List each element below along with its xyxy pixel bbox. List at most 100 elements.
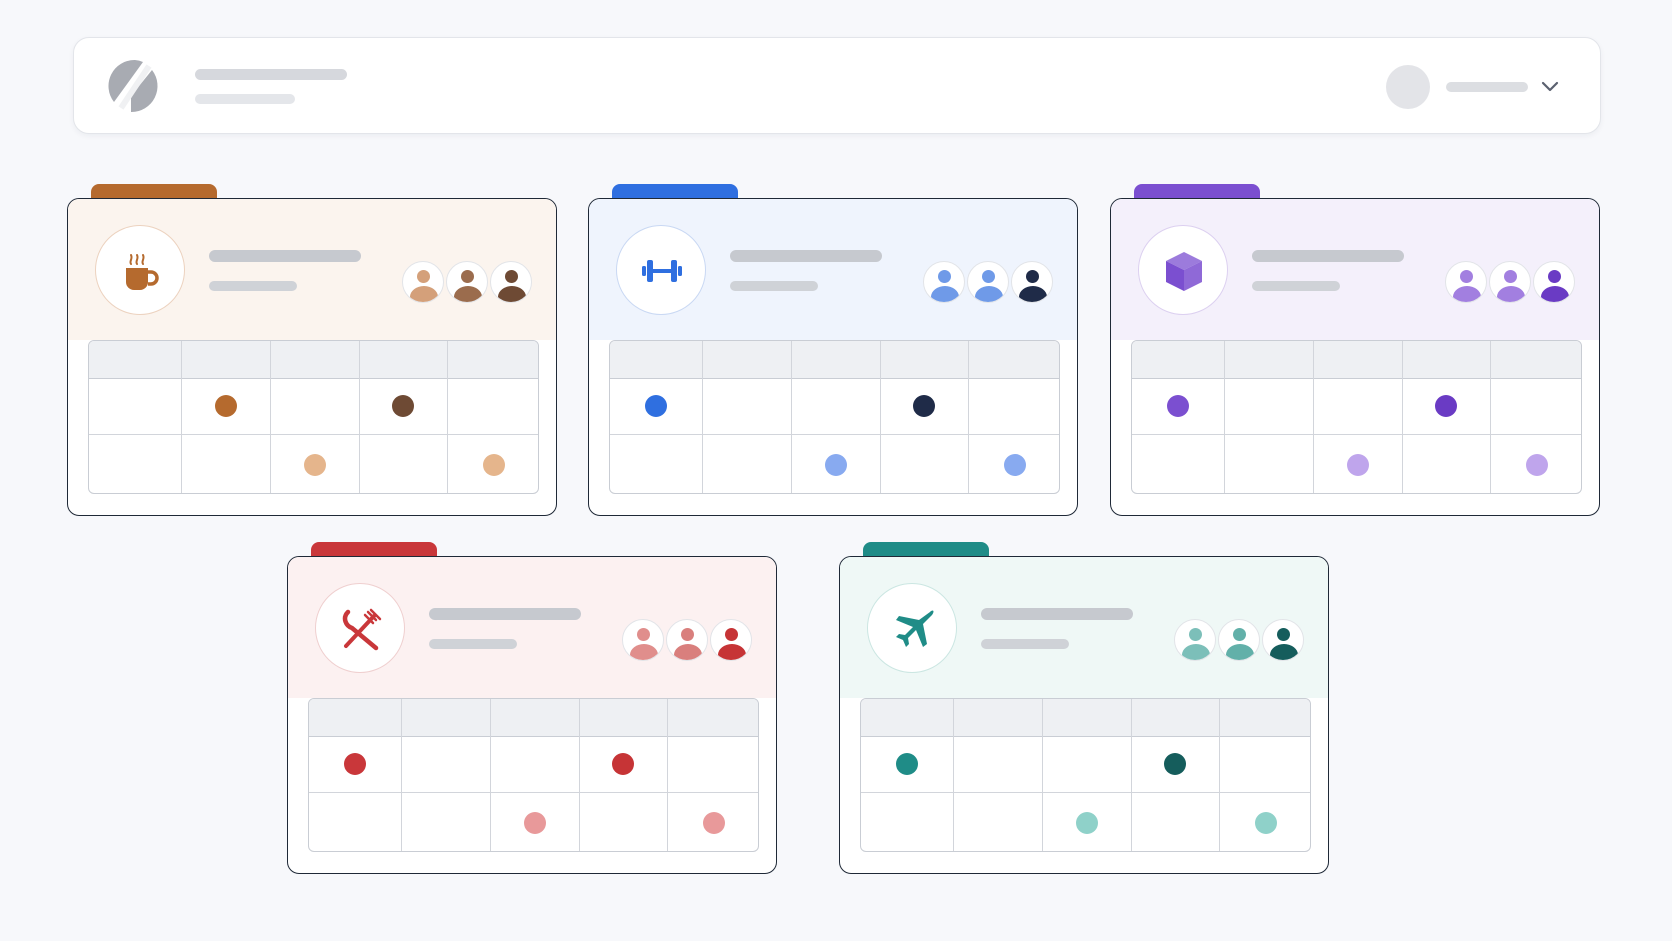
availability-dot[interactable] <box>1254 811 1277 834</box>
availability-dot[interactable] <box>1435 395 1457 417</box>
schedule-grid <box>308 698 759 852</box>
group-card-dining[interactable] <box>287 556 777 874</box>
member-avatar-icon[interactable] <box>446 261 488 303</box>
member-avatar-icon[interactable] <box>666 619 708 661</box>
member-avatars <box>923 261 1057 305</box>
group-name-placeholder <box>730 250 882 262</box>
group-name-placeholder <box>429 608 581 620</box>
availability-dot[interactable] <box>1164 753 1186 775</box>
member-avatar-icon[interactable] <box>1218 619 1260 661</box>
availability-dot[interactable] <box>392 395 414 417</box>
dumbbell-icon <box>642 260 682 282</box>
member-avatar-icon[interactable] <box>490 261 532 303</box>
group-card-travel[interactable] <box>839 556 1329 874</box>
availability-dot[interactable] <box>1003 453 1026 476</box>
grid-column-divider <box>968 341 970 493</box>
group-card-gaming[interactable] <box>1110 198 1600 516</box>
group-meta-placeholder <box>981 639 1069 649</box>
group-icon-badge <box>616 225 706 315</box>
member-avatar-icon[interactable] <box>1011 261 1053 303</box>
group-card-fitness[interactable] <box>588 198 1078 516</box>
airplane-icon <box>896 610 934 647</box>
member-avatar-icon[interactable] <box>402 261 444 303</box>
group-name-placeholder <box>209 250 361 262</box>
grid-header-row <box>861 699 1310 737</box>
schedule-grid <box>88 340 539 494</box>
grid-column-divider <box>880 341 882 493</box>
member-avatar-icon[interactable] <box>1174 619 1216 661</box>
grid-column-divider <box>359 341 361 493</box>
user-avatar[interactable] <box>1386 65 1430 109</box>
member-avatar-icon[interactable] <box>1262 619 1304 661</box>
member-avatars <box>1445 261 1579 305</box>
grid-column-divider <box>1224 341 1226 493</box>
availability-dot[interactable] <box>896 753 918 775</box>
schedule-grid <box>860 698 1311 852</box>
group-meta-placeholder <box>429 639 517 649</box>
grid-column-divider <box>447 341 449 493</box>
member-avatars <box>1174 619 1308 663</box>
top-bar <box>73 37 1601 134</box>
cube-icon <box>1166 252 1202 291</box>
group-icon-badge <box>95 225 185 315</box>
availability-dot[interactable] <box>214 395 237 417</box>
availability-dot[interactable] <box>303 453 326 476</box>
coffee-mug-icon <box>126 254 159 290</box>
availability-dot[interactable] <box>482 453 505 476</box>
grid-column-divider <box>181 341 183 493</box>
member-avatars <box>402 261 536 305</box>
grid-row-divider <box>610 434 1059 436</box>
availability-dot[interactable] <box>1346 453 1369 476</box>
group-meta-placeholder <box>209 281 297 291</box>
member-avatar-icon[interactable] <box>1533 261 1575 303</box>
grid-header-row <box>89 341 538 379</box>
grid-column-divider <box>702 341 704 493</box>
availability-dot[interactable] <box>612 753 634 775</box>
grid-column-divider <box>401 699 403 851</box>
member-avatars <box>622 619 756 663</box>
grid-column-divider <box>1402 341 1404 493</box>
member-avatar-icon[interactable] <box>967 261 1009 303</box>
app-subtitle-placeholder <box>195 94 295 104</box>
grid-column-divider <box>579 699 581 851</box>
grid-column-divider <box>667 699 669 851</box>
availability-dot[interactable] <box>1075 811 1098 834</box>
availability-dot[interactable] <box>1525 453 1548 476</box>
user-name-placeholder[interactable] <box>1446 82 1528 92</box>
group-meta-placeholder <box>730 281 818 291</box>
group-icon-badge <box>315 583 405 673</box>
grid-column-divider <box>953 699 955 851</box>
member-avatar-icon[interactable] <box>923 261 965 303</box>
slash-logo-icon[interactable] <box>105 56 165 116</box>
grid-column-divider <box>1131 699 1133 851</box>
grid-row-divider <box>861 792 1310 794</box>
schedule-grid <box>1131 340 1582 494</box>
grid-row-divider <box>309 792 758 794</box>
group-card-coffee[interactable] <box>67 198 557 516</box>
member-avatar-icon[interactable] <box>622 619 664 661</box>
group-meta-placeholder <box>1252 281 1340 291</box>
availability-dot[interactable] <box>1167 395 1189 417</box>
grid-column-divider <box>490 699 492 851</box>
grid-column-divider <box>270 341 272 493</box>
schedule-grid <box>609 340 1060 494</box>
availability-dot[interactable] <box>645 395 667 417</box>
chevron-down-icon[interactable] <box>1539 75 1561 97</box>
availability-dot[interactable] <box>824 453 847 476</box>
availability-dot[interactable] <box>913 395 935 417</box>
grid-header-row <box>309 699 758 737</box>
group-icon-badge <box>1138 225 1228 315</box>
member-avatar-icon[interactable] <box>1489 261 1531 303</box>
fork-knife-icon <box>342 608 382 651</box>
availability-dot[interactable] <box>344 753 366 775</box>
availability-dot[interactable] <box>702 811 725 834</box>
group-name-placeholder <box>981 608 1133 620</box>
group-icon-badge <box>867 583 957 673</box>
grid-column-divider <box>1042 699 1044 851</box>
app-title-placeholder <box>195 69 347 80</box>
member-avatar-icon[interactable] <box>710 619 752 661</box>
availability-dot[interactable] <box>523 811 546 834</box>
member-avatar-icon[interactable] <box>1445 261 1487 303</box>
grid-column-divider <box>1219 699 1221 851</box>
grid-column-divider <box>1490 341 1492 493</box>
